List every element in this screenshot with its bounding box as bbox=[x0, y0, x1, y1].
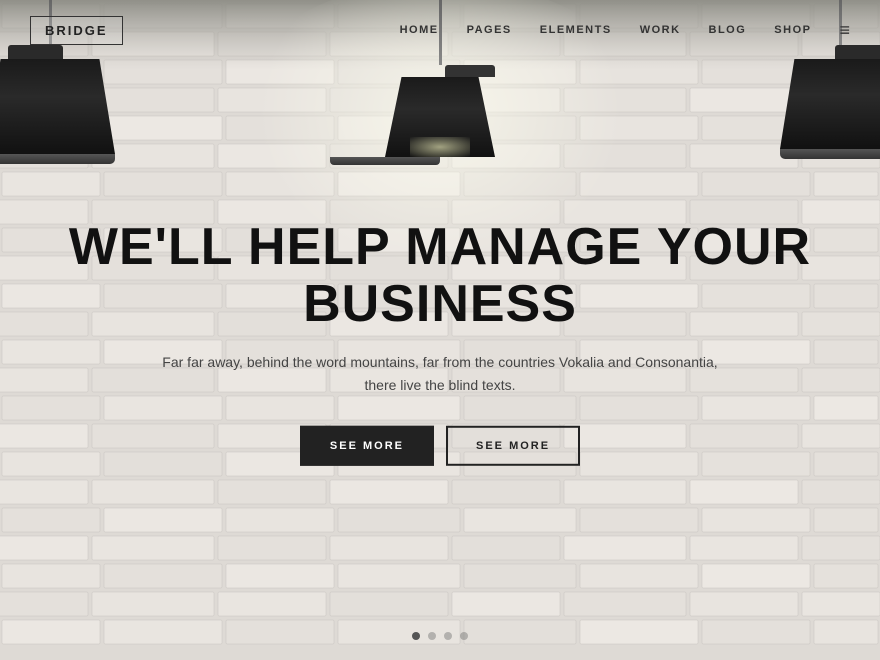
hero-buttons: SEE MORE SEE MORE bbox=[60, 426, 820, 466]
navbar: BRIDGE HOME PAGES ELEMENTS WORK BLOG SHO… bbox=[0, 0, 880, 60]
nav-blog[interactable]: BLOG bbox=[709, 24, 747, 36]
slide-dot-2[interactable] bbox=[428, 632, 436, 640]
hero-title: WE'LL HELP MANAGE YOUR BUSINESS bbox=[60, 219, 820, 333]
logo[interactable]: BRIDGE bbox=[30, 16, 123, 45]
secondary-cta-button[interactable]: SEE MORE bbox=[446, 426, 580, 466]
lamp-glow-center bbox=[410, 137, 470, 157]
primary-cta-button[interactable]: SEE MORE bbox=[300, 426, 434, 466]
lamp-bottom-right bbox=[780, 149, 880, 159]
nav-home[interactable]: HOME bbox=[400, 24, 439, 36]
slide-dot-1[interactable] bbox=[412, 632, 420, 640]
nav-pages[interactable]: PAGES bbox=[467, 24, 512, 36]
nav-work[interactable]: WORK bbox=[640, 24, 681, 36]
slide-dot-4[interactable] bbox=[460, 632, 468, 640]
lamp-body-center bbox=[385, 77, 495, 157]
nav-shop[interactable]: SHOP bbox=[774, 24, 811, 36]
slide-dots bbox=[412, 632, 468, 640]
hero-content: WE'LL HELP MANAGE YOUR BUSINESS Far far … bbox=[60, 219, 820, 466]
lamp-top-center bbox=[445, 65, 495, 77]
lamp-bottom-center bbox=[330, 157, 440, 165]
hero-subtitle: Far far away, behind the word mountains,… bbox=[150, 351, 730, 396]
nav-links: HOME PAGES ELEMENTS WORK BLOG SHOP ≡ bbox=[400, 20, 850, 41]
lamp-shade-left bbox=[0, 45, 115, 164]
nav-elements[interactable]: ELEMENTS bbox=[540, 24, 612, 36]
hamburger-icon[interactable]: ≡ bbox=[839, 20, 850, 41]
lamp-body-left bbox=[0, 59, 115, 154]
lamp-shade-center bbox=[385, 65, 495, 165]
lamp-bottom-left bbox=[0, 154, 115, 164]
lamp-shade-right bbox=[780, 45, 880, 159]
lamp-body-right bbox=[780, 59, 880, 149]
slide-dot-3[interactable] bbox=[444, 632, 452, 640]
